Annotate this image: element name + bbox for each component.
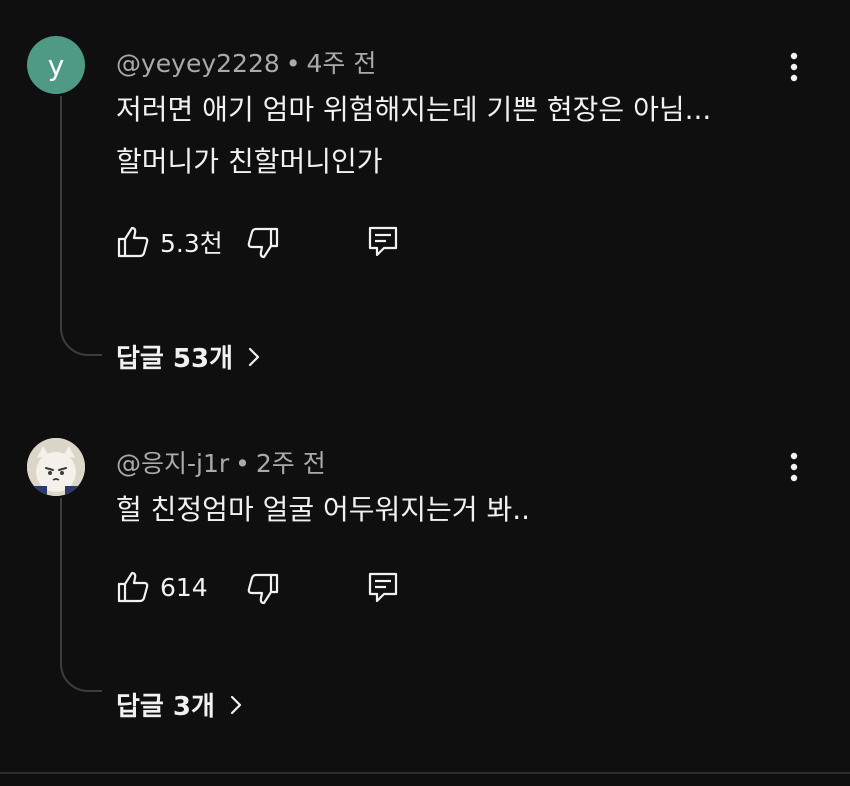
comment-text-line-1: 저러면 애기 엄마 위험해지는데 기쁜 현장은 아님... xyxy=(116,93,712,126)
like-count: 614 xyxy=(160,572,208,602)
comment-time: 4주 전 xyxy=(306,49,377,78)
comment-meta: @yeyey2228 • 4주 전 xyxy=(116,44,376,80)
like-button[interactable]: 5.3천 xyxy=(116,224,223,260)
replies-label: 답글 3개 xyxy=(116,692,215,722)
comment-text-line-2: 할머니가 친할머니인가 xyxy=(116,145,383,178)
user-avatar[interactable] xyxy=(27,438,85,496)
user-avatar[interactable]: y xyxy=(27,36,85,94)
reply-thread-line xyxy=(60,96,102,356)
reply-icon xyxy=(368,226,398,257)
view-replies-button[interactable]: 답글 3개 xyxy=(116,686,243,723)
character-avatar-image xyxy=(27,438,85,496)
comment-text-line-1: 헐 친정엄마 얼굴 어두워지는거 봐.. xyxy=(116,493,531,526)
bottom-divider xyxy=(0,772,850,774)
like-icon xyxy=(117,226,149,258)
more-vert-icon[interactable] xyxy=(780,48,808,88)
reply-thread-line xyxy=(60,498,102,692)
like-button[interactable]: 614 xyxy=(116,570,208,604)
dislike-icon xyxy=(247,227,279,259)
chevron-right-icon xyxy=(248,347,260,366)
avatar-letter: y xyxy=(47,48,65,82)
replies-label: 답글 53개 xyxy=(116,344,233,374)
reply-icon xyxy=(368,572,398,603)
dislike-icon xyxy=(247,573,279,605)
dislike-button[interactable] xyxy=(246,572,280,606)
meta-separator: • xyxy=(285,49,301,78)
chevron-right-icon xyxy=(230,695,242,714)
reply-button[interactable] xyxy=(366,224,400,258)
username[interactable]: @yeyey2228 xyxy=(116,49,280,78)
view-replies-button[interactable]: 답글 53개 xyxy=(116,338,261,375)
reply-button[interactable] xyxy=(366,570,400,604)
comment-meta: @응지-j1r • 2주 전 xyxy=(116,444,326,480)
like-icon xyxy=(117,571,149,603)
username[interactable]: @응지-j1r xyxy=(116,449,229,478)
more-vert-icon[interactable] xyxy=(780,448,808,488)
dislike-button[interactable] xyxy=(246,226,280,260)
comment-time: 2주 전 xyxy=(255,449,326,478)
like-count: 5.3천 xyxy=(160,229,223,258)
meta-separator: • xyxy=(235,449,250,478)
